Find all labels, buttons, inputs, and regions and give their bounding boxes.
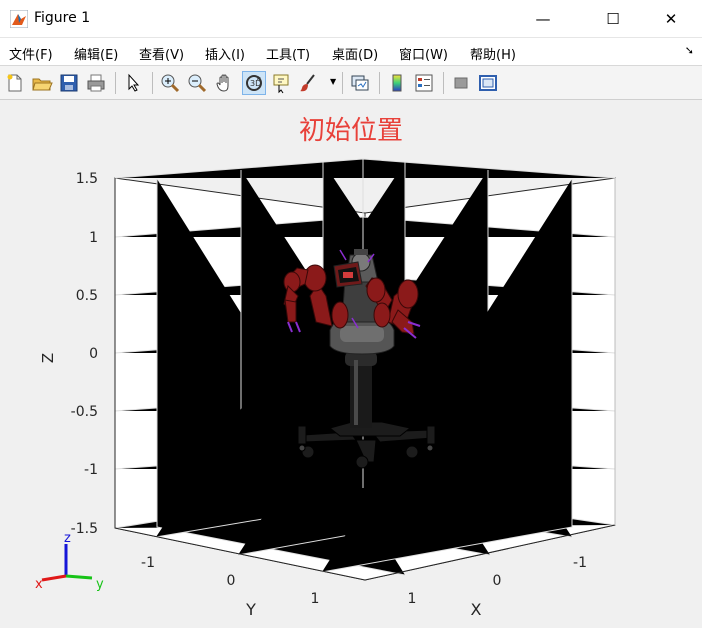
menu-tools[interactable]: 工具(T) — [266, 44, 310, 63]
triad-z-label: z — [64, 531, 71, 546]
triad-x-label: x — [35, 577, 43, 592]
menu-file[interactable]: 文件(F) — [9, 44, 53, 63]
insert-colorbar-icon[interactable] — [386, 72, 408, 94]
brush-dropdown-icon[interactable]: ▼ — [330, 77, 336, 86]
maximize-button[interactable]: ☐ — [590, 0, 636, 38]
y-tick: -1 — [141, 555, 155, 571]
z-axis-label: Z — [39, 353, 57, 363]
menu-view[interactable]: 查看(V) — [139, 44, 184, 63]
matlab-icon — [10, 10, 28, 28]
save-icon[interactable] — [58, 72, 80, 94]
window-titlebar: Figure 1 — ☐ ✕ — [0, 0, 702, 38]
z-tick: 0.5 — [76, 288, 98, 304]
svg-text:3D: 3D — [250, 79, 261, 88]
x-tick: -1 — [573, 555, 587, 571]
x-axis-label: X — [471, 600, 482, 619]
pan-hand-icon[interactable] — [214, 72, 236, 94]
zoom-out-icon[interactable] — [186, 72, 208, 94]
z-tick: -1.5 — [71, 521, 98, 537]
new-figure-icon[interactable] — [4, 72, 26, 94]
z-tick: 1 — [89, 230, 98, 246]
minimize-icon: — — [535, 10, 551, 28]
axes-3d[interactable]: 1.5 1 0.5 0 -0.5 -1 -1.5 Z -1 0 1 Y 1 0 … — [0, 100, 702, 628]
menu-bar: 文件(F) 编辑(E) 查看(V) 插入(I) 工具(T) 桌面(D) 窗口(W… — [0, 38, 702, 66]
link-plot-icon[interactable] — [349, 72, 371, 94]
open-file-icon[interactable] — [31, 72, 53, 94]
close-button[interactable]: ✕ — [648, 0, 694, 38]
z-axis-ticks: 1.5 1 0.5 0 -0.5 -1 -1.5 — [71, 171, 98, 537]
figure-canvas: 初始位置 1.5 1 0.5 0 -0.5 -1 -1.5 Z -1 0 1 Y… — [0, 100, 702, 628]
triad-y-label: y — [96, 577, 104, 592]
x-tick: 0 — [493, 573, 502, 589]
hide-plot-tools-icon[interactable] — [450, 72, 472, 94]
maximize-icon: ☐ — [606, 10, 620, 28]
dock-arrow-icon[interactable]: ➘ — [685, 44, 694, 57]
brush-icon[interactable] — [297, 72, 319, 94]
menu-help[interactable]: 帮助(H) — [470, 44, 516, 63]
robot-pedestal — [350, 358, 372, 428]
z-tick: -0.5 — [71, 404, 98, 420]
y-tick: 0 — [227, 573, 236, 589]
triad-x-axis — [41, 574, 67, 582]
data-cursor-icon[interactable] — [270, 72, 292, 94]
rotate-3d-icon[interactable]: 3D — [242, 71, 266, 95]
y-tick: 1 — [311, 591, 320, 607]
triad-y-axis — [65, 574, 93, 580]
z-tick: -1 — [84, 462, 98, 478]
menu-window[interactable]: 窗口(W) — [399, 44, 448, 63]
y-axis-label: Y — [245, 600, 256, 619]
figure-toolbar: 3D ▼ — [0, 66, 702, 100]
orientation-triad: z y x — [35, 531, 104, 592]
zoom-in-icon[interactable] — [159, 72, 181, 94]
menu-edit[interactable]: 编辑(E) — [74, 44, 118, 63]
z-tick: 1.5 — [76, 171, 98, 187]
print-icon[interactable] — [85, 72, 107, 94]
close-icon: ✕ — [664, 10, 678, 28]
edit-plot-arrow-icon[interactable] — [122, 72, 144, 94]
insert-legend-icon[interactable] — [413, 72, 435, 94]
menu-insert[interactable]: 插入(I) — [205, 44, 245, 63]
menu-desktop[interactable]: 桌面(D) — [332, 44, 378, 63]
window-title: Figure 1 — [34, 10, 91, 26]
minimize-button[interactable]: — — [520, 0, 566, 38]
show-plot-tools-icon[interactable] — [477, 72, 499, 94]
z-tick: 0 — [89, 346, 98, 362]
x-tick: 1 — [408, 591, 417, 607]
